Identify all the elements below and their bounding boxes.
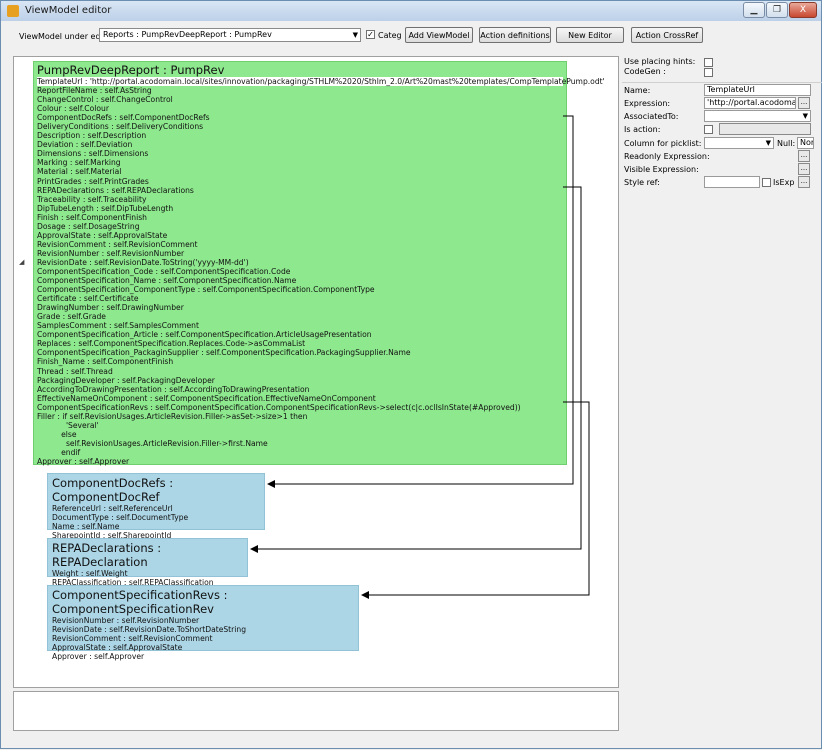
style-ref-field[interactable] [704, 176, 760, 188]
use-placing-hints-label: Use placing hints: [624, 57, 696, 66]
use-placing-hints-checkbox[interactable] [704, 58, 713, 67]
associated-to-select[interactable]: ▼ [704, 110, 811, 122]
expression-field[interactable]: 'http://portal.acodomain.lo [704, 97, 796, 109]
style-ref-label: Style ref: [624, 178, 660, 187]
connector-repadeclarations [256, 186, 582, 550]
chevron-down-icon: ▼ [802, 112, 808, 120]
visible-expression-label: Visible Expression: [624, 165, 699, 174]
associated-to-label: AssociatedTo: [624, 112, 679, 121]
readonly-expression-label: Readonly Expression: [624, 152, 710, 161]
null-field[interactable]: Nor [797, 137, 814, 149]
is-action-checkbox[interactable] [704, 125, 713, 134]
isexp-checkbox[interactable] [762, 178, 771, 187]
arrowhead-componentdocrefs-icon [267, 480, 275, 488]
is-action-button[interactable] [719, 123, 811, 135]
viewmodel-editor-window: ViewModel editor ▁ ❐ X ViewModel under e… [0, 0, 822, 749]
connector-componentspecificationrevs [367, 401, 590, 596]
chevron-down-icon: ▼ [765, 139, 771, 147]
codegen-checkbox[interactable] [704, 68, 713, 77]
connector-componentdocrefs [273, 115, 574, 485]
visible-expression-ellipsis-button[interactable]: ... [798, 163, 810, 175]
readonly-expression-ellipsis-button[interactable]: ... [798, 150, 810, 162]
style-ref-ellipsis-button[interactable]: ... [798, 176, 810, 188]
isexp-label: IsExp [773, 178, 795, 187]
name-label: Name: [624, 86, 651, 95]
arrowhead-repadeclarations-icon [250, 545, 258, 553]
horizontal-scrollbar[interactable] [13, 732, 619, 742]
expression-label: Expression: [624, 99, 671, 108]
null-label: Null: [777, 139, 796, 148]
codegen-label: CodeGen : [624, 67, 666, 76]
is-action-label: Is action: [624, 125, 661, 134]
divider [622, 82, 822, 83]
lower-panel [13, 691, 619, 731]
properties-panel: Use placing hints: CodeGen : Name: Templ… [622, 53, 822, 743]
column-for-picklist-select[interactable]: ▼ [704, 137, 774, 149]
name-field[interactable]: TemplateUrl [704, 84, 811, 96]
arrowhead-componentspecificationrevs-icon [361, 591, 369, 599]
expression-ellipsis-button[interactable]: ... [798, 97, 810, 109]
column-for-picklist-label: Column for picklist: [624, 139, 702, 148]
